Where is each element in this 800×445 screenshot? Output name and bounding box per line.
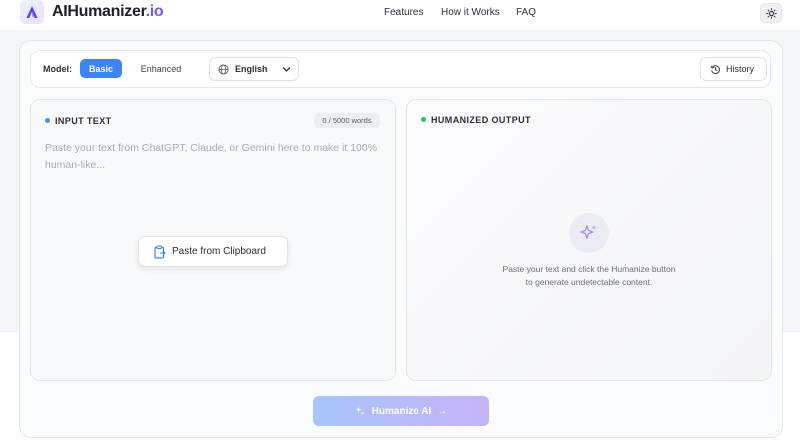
paste-button-label: Paste from Clipboard — [172, 246, 266, 257]
magic-wand-icon — [355, 406, 365, 415]
output-empty-message: Paste your text and click the Humanize b… — [470, 263, 708, 289]
brand-main: AIHumanizer — [52, 3, 146, 20]
chevron-down-icon — [282, 67, 291, 72]
empty-message-line-1: Paste your text and click the Humanize b… — [502, 264, 676, 274]
model-basic-button[interactable]: Basic — [80, 59, 122, 78]
humanize-ai-button[interactable]: Humanize AI → — [313, 396, 489, 426]
input-title: INPUT TEXT — [55, 116, 112, 126]
model-label: Model: — [43, 64, 72, 74]
clipboard-icon — [154, 245, 166, 259]
input-textarea-placeholder[interactable]: Paste your text from ChatGPT, Claude, or… — [45, 140, 385, 174]
paste-from-clipboard-button[interactable]: Paste from Clipboard — [138, 236, 288, 267]
top-header: AIHumanizer.io Features How it Works FAQ — [0, 0, 800, 30]
nav-faq[interactable]: FAQ — [516, 7, 536, 18]
brand-tld: .io — [145, 3, 164, 20]
globe-icon — [218, 64, 229, 75]
sun-icon — [765, 7, 777, 19]
output-title: HUMANIZED OUTPUT — [431, 115, 531, 125]
logo-icon[interactable] — [20, 0, 44, 24]
history-icon — [710, 65, 720, 75]
sparkle-icon-circle — [569, 213, 609, 253]
history-button[interactable]: History — [700, 57, 767, 81]
output-status-dot — [421, 117, 426, 122]
language-value: English — [235, 64, 268, 74]
model-enhanced-button[interactable]: Enhanced — [133, 59, 189, 78]
empty-message-line-2: to generate undetectable content. — [525, 277, 653, 287]
arrow-right-icon: → — [437, 405, 448, 417]
history-label: History — [726, 64, 755, 74]
nav-features[interactable]: Features — [384, 7, 423, 18]
theme-toggle-button[interactable] — [760, 3, 782, 23]
sparkle-icon — [580, 225, 597, 239]
word-count-badge: 0 / 5000 words — [314, 113, 380, 128]
language-select[interactable]: English — [209, 57, 299, 81]
nav-how-it-works[interactable]: How it Works — [441, 7, 500, 18]
brand-name[interactable]: AIHumanizer.io — [52, 3, 164, 21]
input-status-dot — [45, 118, 50, 123]
humanize-button-label: Humanize AI — [371, 405, 432, 417]
